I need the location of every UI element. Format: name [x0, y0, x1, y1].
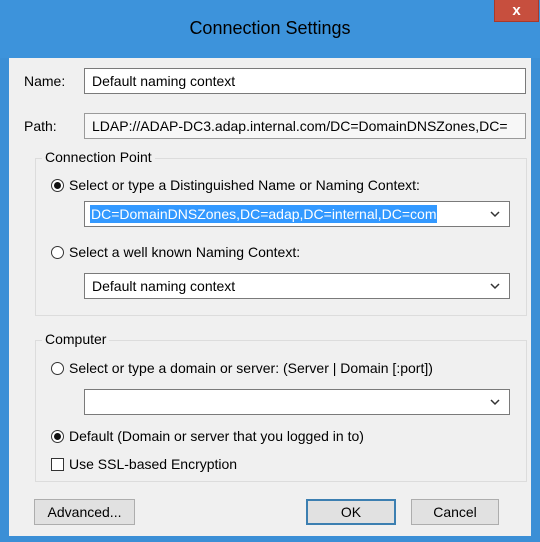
- ssl-checkbox[interactable]: [51, 458, 64, 471]
- connection-point-title: Connection Point: [42, 149, 155, 165]
- server-combo[interactable]: [84, 389, 510, 415]
- ssl-checkbox-row[interactable]: Use SSL-based Encryption: [51, 456, 237, 472]
- radio-known-indicator[interactable]: [51, 246, 64, 259]
- chevron-down-icon[interactable]: [489, 280, 501, 292]
- cancel-button[interactable]: Cancel: [411, 499, 499, 525]
- radio-default-label: Default (Domain or server that you logge…: [69, 428, 364, 444]
- dialog-window: Connection Settings x Name: Default nami…: [0, 0, 540, 542]
- chevron-down-icon[interactable]: [489, 208, 501, 220]
- computer-title: Computer: [42, 331, 110, 347]
- radio-distinguished-name[interactable]: Select or type a Distinguished Name or N…: [51, 177, 420, 193]
- radio-default[interactable]: Default (Domain or server that you logge…: [51, 428, 364, 444]
- radio-known-label: Select a well known Naming Context:: [69, 244, 301, 260]
- name-input[interactable]: Default naming context: [84, 68, 526, 94]
- ssl-checkbox-label: Use SSL-based Encryption: [69, 456, 238, 472]
- radio-domain-server[interactable]: Select or type a domain or server: (Serv…: [51, 360, 433, 376]
- radio-server-indicator[interactable]: [51, 362, 64, 375]
- advanced-button[interactable]: Advanced...: [34, 499, 135, 525]
- title-bar[interactable]: Connection Settings x: [0, 0, 540, 58]
- known-combo-value: Default naming context: [92, 278, 236, 294]
- naming-context-combo[interactable]: Default naming context: [84, 273, 510, 299]
- dn-selected-text[interactable]: DC=DomainDNSZones,DC=adap,DC=internal,DC…: [90, 205, 438, 223]
- radio-server-label: Select or type a domain or server: (Serv…: [69, 360, 433, 376]
- dialog-body: Name: Default naming context Path: LDAP:…: [9, 58, 531, 536]
- ok-button[interactable]: OK: [306, 499, 396, 525]
- chevron-down-icon[interactable]: [489, 396, 501, 408]
- dn-combo-value[interactable]: DC=DomainDNSZones,DC=adap,DC=internal,DC…: [90, 205, 438, 223]
- path-label: Path:: [24, 118, 57, 134]
- radio-dn-indicator[interactable]: [51, 179, 64, 192]
- radio-default-indicator[interactable]: [51, 430, 64, 443]
- name-label: Name:: [24, 73, 66, 89]
- distinguished-name-combo[interactable]: DC=DomainDNSZones,DC=adap,DC=internal,DC…: [84, 201, 510, 227]
- window-title: Connection Settings: [189, 18, 351, 38]
- path-field[interactable]: LDAP://ADAP-DC3.adap.internal.com/DC=Dom…: [84, 113, 526, 139]
- close-button[interactable]: x: [494, 0, 539, 22]
- radio-dn-label: Select or type a Distinguished Name or N…: [69, 177, 420, 193]
- radio-well-known[interactable]: Select a well known Naming Context:: [51, 244, 300, 260]
